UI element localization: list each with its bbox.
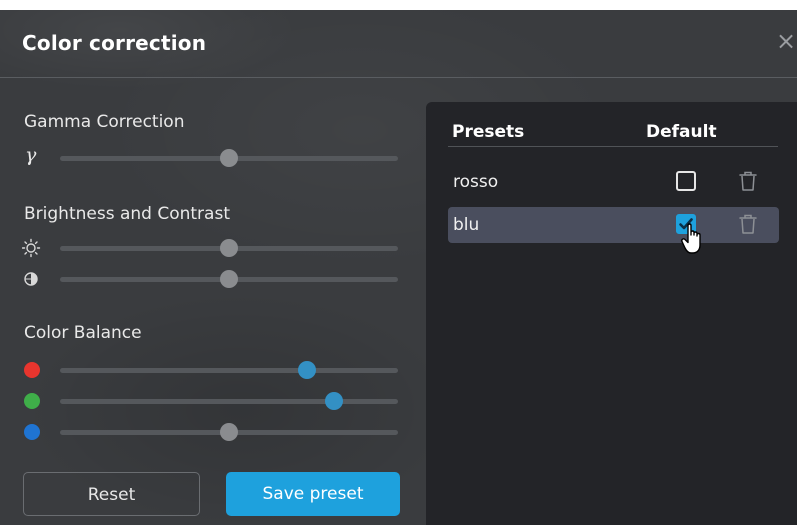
preset-name: rosso (453, 172, 499, 192)
default-column-header: Default (646, 122, 717, 142)
dialog-header: Color correction × (0, 10, 797, 78)
green-thumb[interactable] (324, 392, 343, 410)
preset-row-blu[interactable]: blu (448, 207, 779, 243)
contrast-icon (22, 269, 42, 289)
green-balance-slider[interactable] (22, 391, 398, 411)
dialog-title: Color correction (22, 31, 207, 55)
green-track[interactable] (60, 399, 398, 404)
reset-button[interactable]: Reset (23, 472, 200, 516)
trash-icon[interactable] (738, 213, 758, 235)
contrast-thumb[interactable] (220, 270, 238, 288)
color-correction-dialog: Color correction × Gamma Correction γ Br… (0, 10, 797, 525)
gamma-icon: γ (25, 144, 37, 166)
contrast-slider[interactable] (22, 269, 398, 289)
blue-channel-icon (22, 422, 42, 442)
gamma-thumb[interactable] (220, 149, 238, 167)
color-balance-label: Color Balance (24, 323, 142, 343)
close-icon[interactable]: × (776, 27, 797, 55)
blue-thumb[interactable] (220, 423, 238, 441)
brightness-thumb[interactable] (220, 239, 238, 257)
save-preset-button[interactable]: Save preset (226, 472, 400, 516)
gamma-label: Gamma Correction (24, 112, 185, 132)
brightness-slider[interactable] (21, 238, 398, 258)
header-divider (448, 146, 778, 147)
green-channel-icon (22, 391, 42, 411)
presets-panel: Presets Default rosso blu (426, 102, 797, 525)
presets-column-header: Presets (452, 122, 525, 142)
preset-row-rosso[interactable]: rosso (448, 164, 779, 200)
sun-icon (21, 238, 42, 258)
red-thumb[interactable] (297, 361, 316, 379)
default-checkbox[interactable] (676, 171, 696, 191)
blue-balance-slider[interactable] (22, 422, 398, 442)
red-channel-icon (22, 360, 42, 380)
preset-name: blu (453, 215, 480, 235)
red-track[interactable] (60, 368, 398, 373)
gamma-slider[interactable]: γ (22, 144, 398, 168)
brightness-contrast-label: Brightness and Contrast (24, 204, 230, 224)
hand-cursor-icon (680, 221, 710, 257)
trash-icon[interactable] (738, 170, 758, 192)
red-balance-slider[interactable] (22, 360, 398, 380)
